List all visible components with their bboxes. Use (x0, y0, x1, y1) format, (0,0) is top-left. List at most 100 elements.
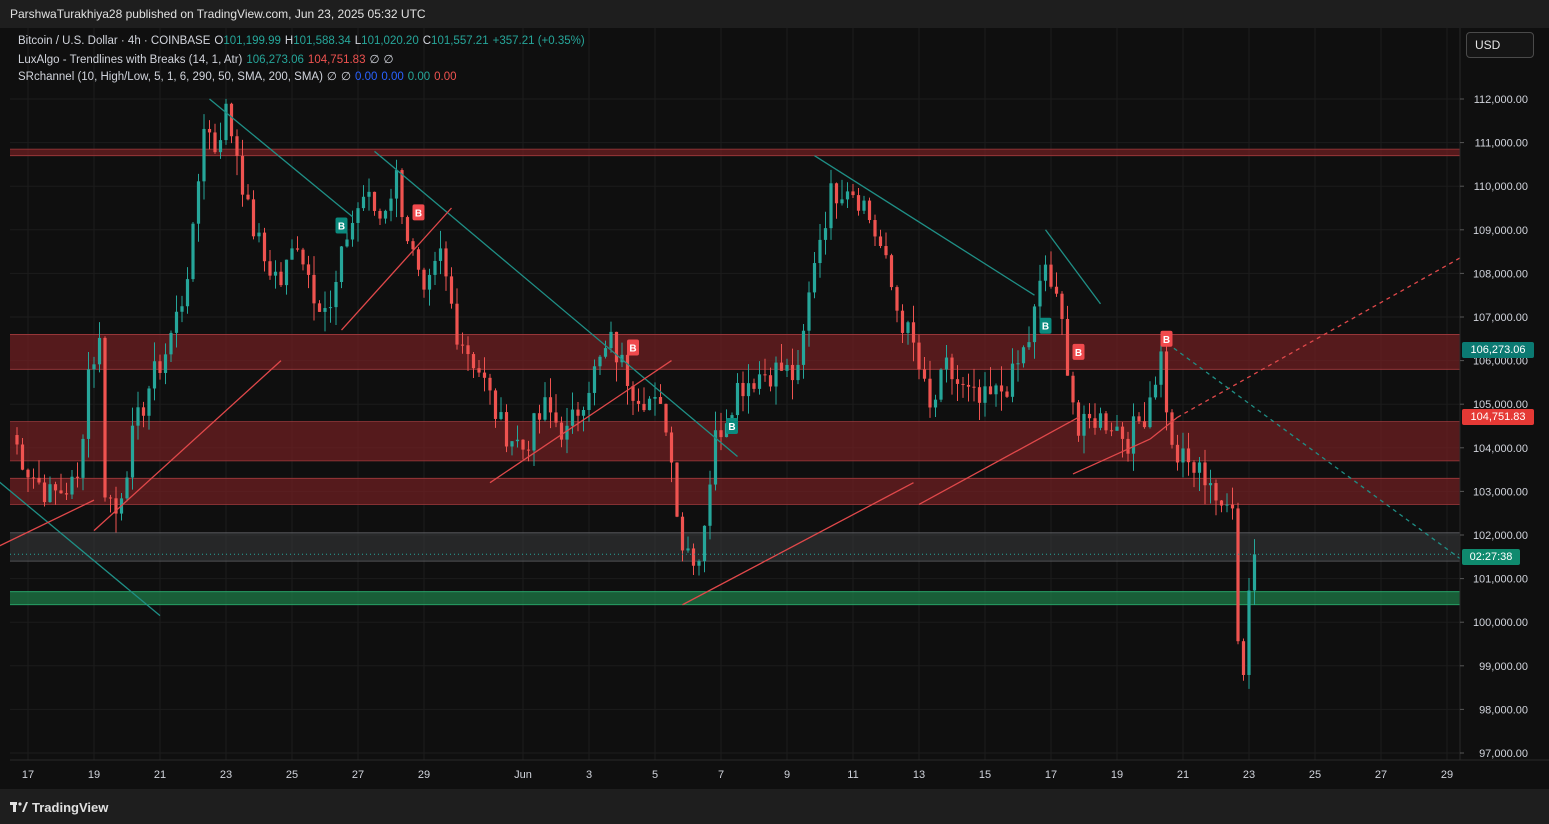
candle-body (1159, 351, 1163, 385)
candle-body (702, 525, 707, 562)
candle-body (86, 369, 91, 439)
candle-body (988, 386, 993, 395)
break-label-red: B (1160, 330, 1173, 347)
candle-body (878, 236, 883, 247)
candle-body (532, 413, 536, 451)
candle-body (658, 397, 663, 404)
tradingview-logo[interactable]: TradingView (10, 800, 108, 815)
break-label-teal: B (335, 217, 348, 234)
time-tick-label: 11 (847, 769, 858, 781)
candle-body (609, 331, 613, 349)
break-label-teal: B (1039, 317, 1052, 334)
candle-body (125, 477, 129, 499)
candle-body (312, 274, 316, 304)
candle-body (741, 382, 745, 397)
time-tick-label: 27 (1375, 769, 1387, 781)
time-tick-label: 13 (913, 769, 925, 781)
indicator-name-srchannel[interactable]: SRchannel (10, High/Low, 5, 1, 6, 290, 5… (18, 71, 323, 83)
candle-body (1010, 363, 1015, 397)
candle-body (1230, 504, 1235, 509)
candle-body (59, 490, 63, 494)
legend-symbol-line[interactable]: Bitcoin / U.S. Dollar · 4h · COINBASE O10… (18, 35, 593, 47)
candle-body (273, 271, 278, 276)
candle-body (334, 281, 338, 308)
sr-zone-green (10, 591, 1460, 605)
candle-body (482, 372, 487, 378)
candle-body (669, 432, 674, 463)
candle (939, 368, 943, 403)
candle-body (697, 561, 701, 566)
candle-body (163, 354, 168, 373)
time-tick-label: 21 (154, 769, 166, 781)
legend-luxalgo-line[interactable]: LuxAlgo - Trendlines with Breaks (14, 1,… (18, 52, 398, 66)
candle-body (1153, 384, 1158, 398)
lower-trend-price-tag: 104,751.83 (1462, 409, 1534, 425)
candle-body (807, 292, 811, 331)
candle-body (251, 199, 256, 237)
break-label-text: B (1042, 322, 1049, 333)
candle (224, 98, 228, 145)
price-tick-label: 104,000.00 (1473, 443, 1528, 455)
time-tick-label: 23 (220, 769, 232, 781)
candle-body (801, 330, 806, 365)
candle-body (1021, 347, 1026, 364)
candle-body (851, 191, 855, 196)
candle-body (1126, 438, 1130, 454)
candle-body (1137, 416, 1141, 422)
candle-body (37, 477, 41, 483)
candle-body (664, 403, 668, 433)
candle-body (1032, 306, 1037, 343)
candle-body (840, 199, 844, 204)
candle-body (136, 407, 140, 426)
candle-body (130, 425, 135, 478)
candle-body (449, 276, 454, 304)
candle-body (1104, 413, 1108, 431)
time-tick-label: 19 (1111, 769, 1123, 781)
candle-body (1219, 500, 1224, 506)
candle-body (895, 287, 899, 311)
candle-body (81, 438, 85, 478)
candle-body (636, 400, 641, 404)
candle-body (229, 103, 234, 137)
legend-srchannel-line[interactable]: SRchannel (10, High/Low, 5, 1, 6, 290, 5… (18, 69, 461, 83)
candle-body (592, 366, 597, 393)
break-label-teal: B (726, 418, 738, 434)
candle-body (834, 183, 839, 204)
candle-body (471, 354, 476, 369)
candle-body (422, 269, 426, 290)
publish-text: ParshwaTurakhiya28 published on TradingV… (10, 7, 426, 21)
candle-body (240, 155, 245, 195)
candle-body (339, 246, 344, 282)
candle-body (1065, 318, 1070, 376)
currency-button[interactable]: USD (1466, 32, 1534, 58)
price-tick-label: 99,000.00 (1479, 661, 1528, 673)
indicator-name-luxalgo[interactable]: LuxAlgo - Trendlines with Breaks (14, 1,… (18, 54, 242, 66)
candle (889, 253, 894, 291)
candle-body (350, 222, 355, 240)
candle-body (587, 392, 591, 410)
candle-body (889, 255, 894, 288)
price-tick-label: 101,000.00 (1473, 574, 1528, 586)
candle-body (922, 369, 927, 379)
candle (675, 462, 679, 518)
candle-body (103, 337, 107, 498)
price-tick-label: 111,000.00 (1475, 138, 1528, 150)
candle-body (1016, 363, 1020, 365)
candle-body (680, 516, 685, 551)
candle-body (818, 239, 822, 264)
candle-body (147, 388, 151, 416)
candle-body (1082, 413, 1086, 436)
candle-body (972, 386, 976, 388)
candle (191, 221, 195, 282)
candle-body (906, 322, 910, 333)
candle-body (554, 412, 558, 423)
candle (1247, 577, 1251, 689)
candle-body (603, 348, 608, 357)
candle-body (1038, 280, 1042, 307)
price-chart[interactable]: B B B B B B B 97,000.00 98,000.00 99,000.00 100,00… (0, 28, 1549, 789)
symbol-name[interactable]: Bitcoin / U.S. Dollar · 4h · COINBASE (18, 35, 210, 47)
candle-body (444, 248, 448, 277)
candle-body (576, 409, 580, 416)
candle-body (944, 357, 949, 370)
candle-body (1164, 351, 1169, 413)
